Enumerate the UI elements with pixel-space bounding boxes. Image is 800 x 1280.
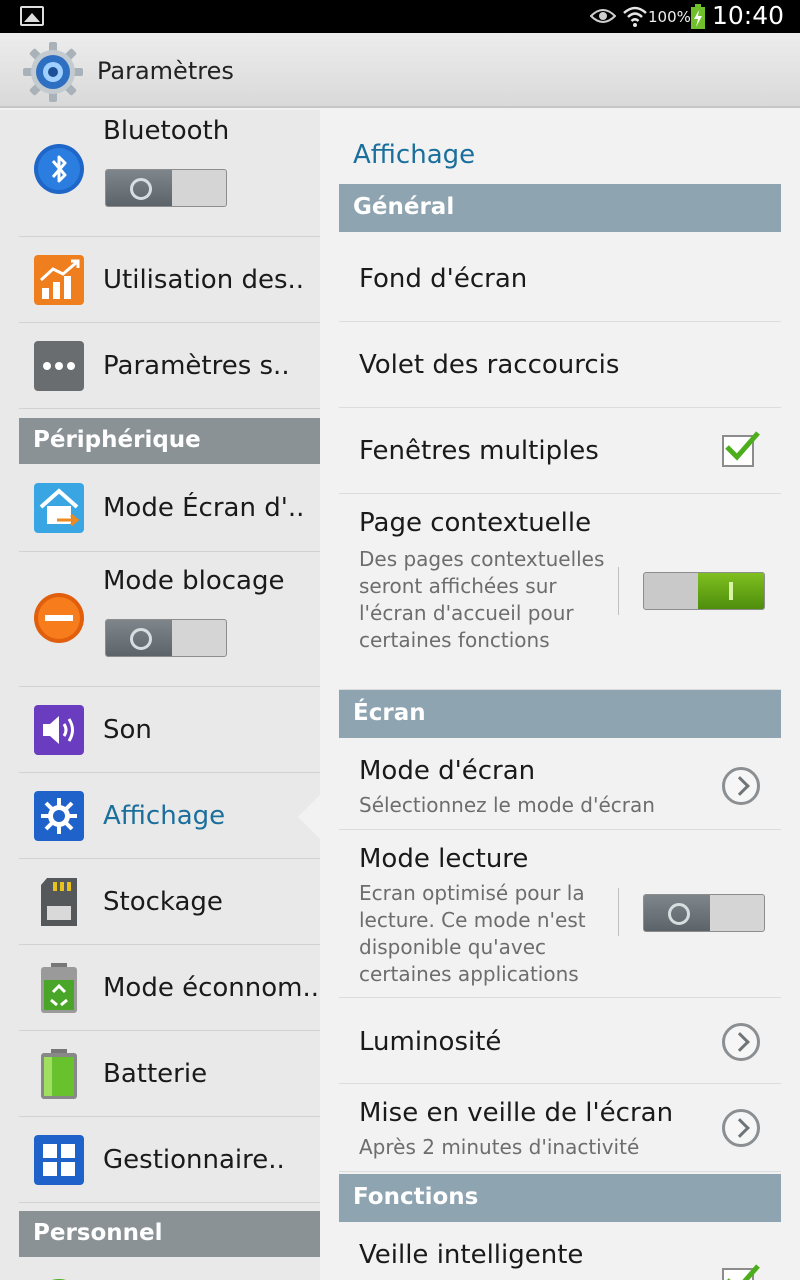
vertical-divider xyxy=(618,567,619,615)
settings-gear-icon[interactable] xyxy=(22,41,84,103)
sidebar-item-label: Mode Écran d'.. xyxy=(103,493,305,523)
setting-label: Luminosité xyxy=(359,1027,502,1057)
setting-page-buddy[interactable]: Page contextuelle Des pages contextuelle… xyxy=(339,494,781,690)
section-header-device: Périphérique xyxy=(19,418,320,464)
multi-window-checkbox[interactable] xyxy=(722,431,760,467)
wifi-icon xyxy=(623,6,647,27)
sidebar-item-label: Stockage xyxy=(103,887,223,917)
clock: 10:40 xyxy=(712,1,785,30)
bluetooth-icon xyxy=(34,144,84,194)
bluetooth-toggle[interactable] xyxy=(105,169,227,207)
sidebar-item-label: Mode éconnom.. xyxy=(103,973,320,1003)
sidebar-item-label: Utilisation des.. xyxy=(103,265,305,295)
setting-screen-mode[interactable]: Mode d'écran Sélectionnez le mode d'écra… xyxy=(339,742,781,830)
setting-reading-mode[interactable]: Mode lecture Ecran optimisé pour la lect… xyxy=(339,830,781,998)
section-header-features: Fonctions xyxy=(339,1174,781,1222)
partially-visible-icon xyxy=(52,1279,66,1280)
sidebar-item-label: Affichage xyxy=(103,801,226,831)
sidebar-item-label: Son xyxy=(103,715,152,745)
sidebar-item-battery[interactable]: Batterie xyxy=(19,1031,320,1117)
settings-category-list: Bluetooth Utilisation des.. Paramètres s… xyxy=(0,110,320,1280)
setting-brightness[interactable]: Luminosité xyxy=(339,998,781,1084)
setting-label: Mode lecture xyxy=(359,844,529,874)
selection-pointer xyxy=(298,795,320,839)
display-settings-panel: Affichage Général Fond d'écran Volet des… xyxy=(320,110,800,1280)
image-notification-icon xyxy=(20,6,44,26)
setting-screen-timeout[interactable]: Mise en veille de l'écran Après 2 minute… xyxy=(339,1084,781,1172)
setting-multi-window[interactable]: Fenêtres multiples xyxy=(339,408,781,494)
setting-description: Ecran optimisé pour la lecture. Ce mode … xyxy=(359,881,586,986)
setting-smart-stay[interactable]: Veille intelligente xyxy=(339,1226,781,1280)
sidebar-item-storage[interactable]: Stockage xyxy=(19,859,320,945)
sidebar-item-home-screen-mode[interactable]: Mode Écran d'.. xyxy=(19,464,320,552)
panel-title: Affichage xyxy=(353,140,476,170)
setting-description: Après 2 minutes d'inactivité xyxy=(359,1135,640,1159)
sidebar-item-power-saving[interactable]: Mode éconnom.. xyxy=(19,945,320,1031)
home-screen-icon xyxy=(34,483,84,533)
section-header-screen: Écran xyxy=(339,690,781,738)
section-header-general: Général xyxy=(339,184,781,232)
sidebar-item-bluetooth[interactable]: Bluetooth xyxy=(19,110,320,237)
blocking-mode-icon xyxy=(34,593,84,643)
blocking-mode-toggle[interactable] xyxy=(105,619,227,657)
chevron-right-icon[interactable] xyxy=(722,1109,760,1147)
vertical-divider xyxy=(618,888,619,936)
sidebar-item-sound[interactable]: Son xyxy=(19,687,320,773)
app-title: Paramètres xyxy=(97,57,234,85)
chevron-right-icon[interactable] xyxy=(722,1023,760,1061)
sidebar-item-data-usage[interactable]: Utilisation des.. xyxy=(19,237,320,323)
sidebar-item-label: Paramètres s.. xyxy=(103,351,290,381)
page-buddy-toggle[interactable] xyxy=(643,572,765,610)
battery-percent: 100% xyxy=(648,8,691,26)
power-saving-battery-icon xyxy=(41,963,77,1013)
setting-label: Fenêtres multiples xyxy=(359,436,599,466)
section-header-personal: Personnel xyxy=(19,1211,320,1257)
sidebar-item-blocking-mode[interactable]: Mode blocage xyxy=(19,552,320,687)
sidebar-item-label: Batterie xyxy=(103,1059,208,1089)
sidebar-item-label: Gestionnaire.. xyxy=(103,1145,285,1175)
chevron-right-icon[interactable] xyxy=(722,767,760,805)
display-brightness-icon xyxy=(34,791,84,841)
setting-notification-panel[interactable]: Volet des raccourcis xyxy=(339,322,781,408)
sidebar-item-display[interactable]: Affichage xyxy=(19,773,320,859)
setting-label: Mise en veille de l'écran xyxy=(359,1098,674,1128)
speaker-icon xyxy=(34,705,84,755)
checkmark-icon xyxy=(727,1264,760,1280)
sidebar-item-label: Bluetooth xyxy=(103,116,230,146)
setting-label: Veille intelligente xyxy=(359,1240,584,1270)
setting-description: Sélectionnez le mode d'écran xyxy=(359,793,655,817)
sidebar-item-label: Mode blocage xyxy=(103,566,285,596)
smart-stay-eye-icon xyxy=(590,9,616,23)
data-usage-chart-icon xyxy=(34,255,84,305)
setting-label: Fond d'écran xyxy=(359,264,528,294)
setting-wallpaper[interactable]: Fond d'écran xyxy=(339,236,781,322)
more-dots-icon xyxy=(34,341,84,391)
status-bar: 100% 10:40 xyxy=(0,0,800,33)
action-bar: Paramètres xyxy=(0,33,800,108)
reading-mode-toggle[interactable] xyxy=(643,894,765,932)
app-manager-grid-icon xyxy=(34,1135,84,1185)
setting-label: Volet des raccourcis xyxy=(359,350,620,380)
setting-description: Des pages contextuelles seront affichées… xyxy=(359,547,605,652)
sd-card-storage-icon xyxy=(41,878,77,926)
setting-label: Mode d'écran xyxy=(359,756,536,786)
checkmark-icon xyxy=(725,431,760,461)
setting-label: Page contextuelle xyxy=(359,508,592,538)
sidebar-item-app-manager[interactable]: Gestionnaire.. xyxy=(19,1117,320,1203)
sidebar-item-more-settings[interactable]: Paramètres s.. xyxy=(19,323,320,409)
battery-charging-icon xyxy=(691,4,705,29)
smart-stay-checkbox[interactable] xyxy=(722,1264,760,1280)
battery-icon xyxy=(41,1049,77,1099)
